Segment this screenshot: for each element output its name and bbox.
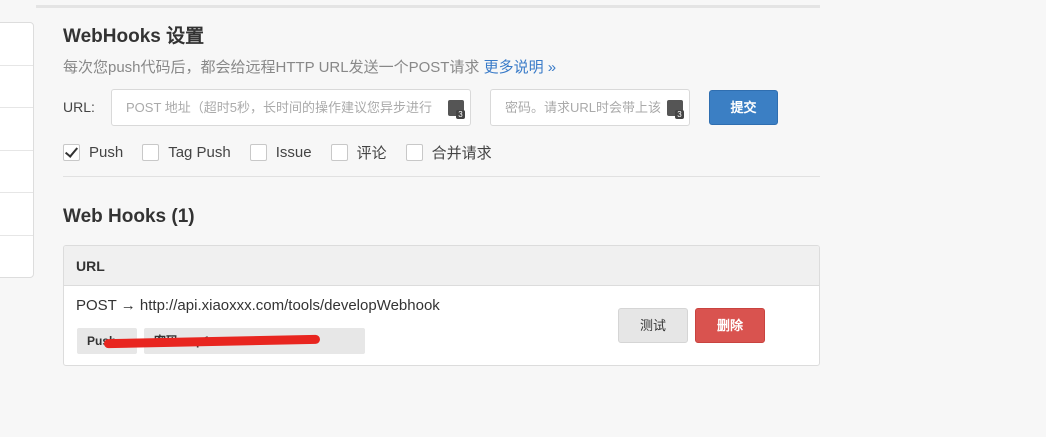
event-label: Issue — [275, 143, 312, 161]
event-tag-push-checkbox[interactable]: Tag Push — [142, 143, 231, 161]
event-label: 合并请求 — [431, 144, 492, 162]
url-label: URL: — [63, 99, 95, 115]
description-text: 每次您push代码后，都会给远程HTTP URL发送一个POST请求 — [63, 59, 480, 76]
more-info-link[interactable]: 更多说明 » — [484, 59, 557, 76]
sidebar-item[interactable] — [0, 151, 33, 193]
password-input[interactable]: 密码。请求URL时会带上该 — [490, 89, 690, 126]
sidebar-item[interactable] — [0, 66, 33, 108]
event-push-checkbox[interactable]: Push — [63, 143, 124, 161]
keyboard-icon[interactable] — [667, 100, 684, 119]
test-button[interactable]: 测试 — [618, 308, 688, 343]
sidebar-item[interactable] — [0, 236, 33, 279]
event-comment-checkbox[interactable]: 评论 — [330, 142, 387, 163]
delete-button[interactable]: 删除 — [695, 308, 765, 343]
page-title: WebHooks 设置 — [63, 26, 205, 47]
url-input[interactable]: POST 地址（超时5秒，长时间的操作建议您异步进行 — [111, 89, 471, 126]
hook-url: POST → http://api.xiaoxxx.com/tools/deve… — [76, 297, 440, 314]
event-label: Push — [89, 143, 124, 161]
event-merge-request-checkbox[interactable]: 合并请求 — [405, 142, 492, 163]
sidebar-item[interactable] — [0, 23, 33, 66]
checkmark-icon[interactable] — [63, 143, 80, 161]
sidebar-item[interactable] — [0, 108, 33, 151]
sidebar-menu — [0, 22, 34, 278]
hooks-table: URL POST → http://api.xiaoxxx.com/tools/… — [63, 245, 820, 366]
top-divider — [36, 5, 820, 8]
event-label: 评论 — [356, 144, 387, 162]
checkbox-box[interactable] — [249, 143, 267, 161]
event-checkboxes: Push Tag Push Issue 评论 合并请求 — [63, 142, 511, 162]
submit-button[interactable]: 提交 — [709, 90, 778, 125]
event-issue-checkbox[interactable]: Issue — [249, 143, 312, 161]
keyboard-icon[interactable] — [448, 100, 465, 119]
checkbox-box[interactable] — [330, 143, 348, 161]
password-input-placeholder: 密码。请求URL时会带上该 — [505, 100, 662, 115]
hooks-list-title: Web Hooks (1) — [63, 206, 195, 227]
event-label: Tag Push — [168, 143, 231, 161]
checkbox-box[interactable] — [405, 143, 423, 161]
section-divider — [63, 176, 820, 177]
page-description: 每次您push代码后，都会给远程HTTP URL发送一个POST请求 更多说明 … — [63, 56, 556, 77]
url-input-placeholder: POST 地址（超时5秒，长时间的操作建议您异步进行 — [126, 100, 433, 115]
table-header: URL — [64, 246, 819, 286]
sidebar-item[interactable] — [0, 193, 33, 236]
checkbox-box[interactable] — [142, 143, 160, 161]
